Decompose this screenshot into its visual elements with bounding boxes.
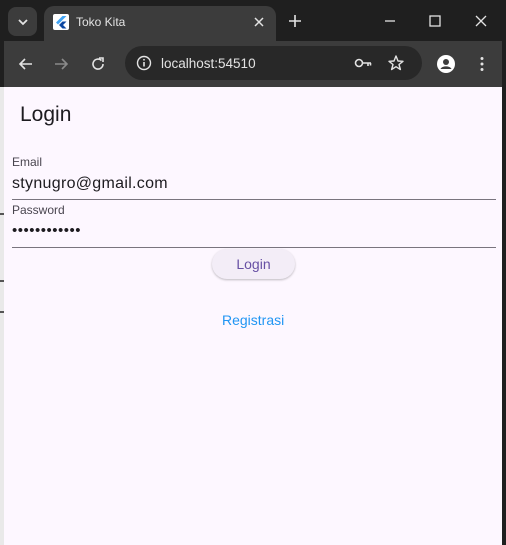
browser-tab[interactable]: Toko Kita xyxy=(44,6,276,41)
email-label: Email xyxy=(12,155,43,169)
browser-toolbar: localhost:54510 xyxy=(4,41,502,87)
flutter-icon xyxy=(53,14,69,30)
login-button[interactable]: Login xyxy=(212,249,295,279)
password-label: Password xyxy=(12,203,65,217)
url-text: localhost:54510 xyxy=(161,56,256,71)
email-underline xyxy=(12,199,496,200)
close-window-icon[interactable] xyxy=(472,12,490,30)
more-menu-icon[interactable] xyxy=(473,55,491,73)
bookmark-star-icon[interactable] xyxy=(387,54,405,72)
close-tab-icon[interactable] xyxy=(252,15,266,29)
register-link[interactable]: Registrasi xyxy=(222,312,284,328)
profile-avatar-icon[interactable] xyxy=(436,54,456,74)
page-title: Login xyxy=(20,103,72,126)
maximize-icon[interactable] xyxy=(426,12,444,30)
tab-strip: Toko Kita xyxy=(0,0,506,41)
minimize-icon[interactable] xyxy=(381,12,399,30)
password-field[interactable]: •••••••••••• xyxy=(12,222,81,239)
reload-icon[interactable] xyxy=(89,55,107,73)
site-info-icon[interactable] xyxy=(135,54,153,72)
tab-search-button[interactable] xyxy=(8,7,37,36)
address-bar[interactable]: localhost:54510 xyxy=(125,46,422,80)
tab-title: Toko Kita xyxy=(76,15,126,29)
password-underline xyxy=(12,247,496,248)
email-field[interactable]: stynugro@gmail.com xyxy=(12,175,168,193)
forward-arrow-icon[interactable] xyxy=(52,55,70,73)
back-arrow-icon[interactable] xyxy=(17,55,35,73)
app-page: Login Email stynugro@gmail.com Password … xyxy=(4,87,502,545)
chevron-down-icon xyxy=(17,18,28,25)
new-tab-icon[interactable] xyxy=(286,12,304,30)
password-key-icon[interactable] xyxy=(353,54,373,72)
